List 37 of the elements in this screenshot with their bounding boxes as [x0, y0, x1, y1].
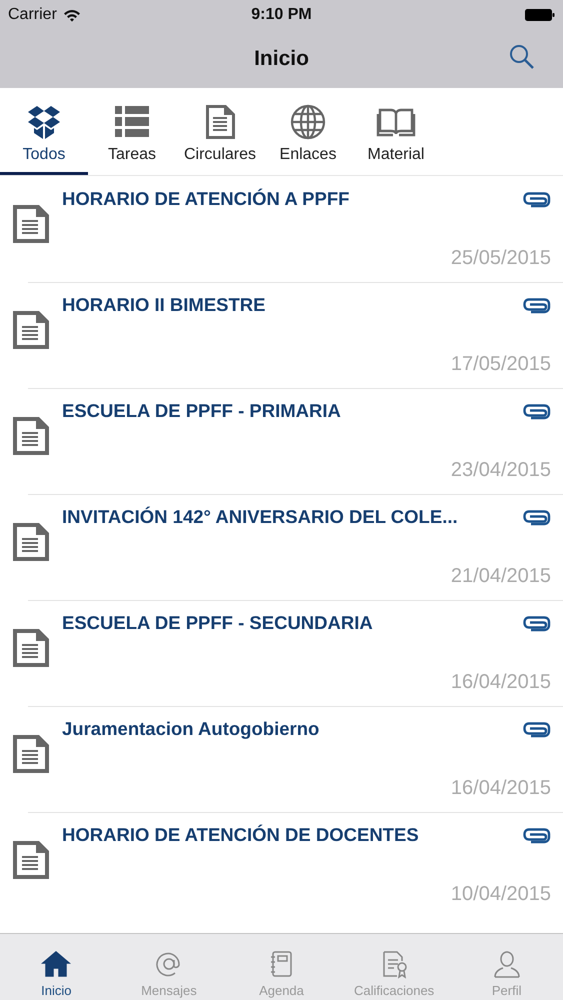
category-tab[interactable]: Todos — [0, 88, 88, 175]
item-date: 25/05/2015 — [450, 247, 551, 270]
item-title[interactable]: HORARIO DE ATENCIÓN A PPFF — [62, 186, 350, 210]
item-title[interactable]: ESCUELA DE PPFF - PRIMARIA — [62, 398, 341, 422]
person-icon — [492, 949, 522, 979]
item-date: 17/05/2015 — [450, 353, 551, 376]
document-icon — [12, 734, 50, 774]
screen-title: Inicio — [254, 47, 309, 71]
item-date: 10/04/2015 — [450, 883, 551, 906]
carrier-name: Carrier — [8, 6, 57, 24]
item-date: 21/04/2015 — [450, 565, 551, 588]
battery-icon — [525, 9, 555, 21]
item-title[interactable]: ESCUELA DE PPFF - SECUNDARIA — [62, 610, 373, 634]
item-date: 23/04/2015 — [450, 459, 551, 482]
tab-bar-item[interactable]: Inicio — [0, 934, 113, 1000]
category-tab[interactable]: Enlaces — [264, 88, 352, 175]
globe-icon — [288, 104, 328, 140]
item-title[interactable]: HORARIO II BIMESTRE — [62, 292, 266, 316]
document-icon — [12, 522, 50, 562]
document-icon — [12, 204, 50, 244]
document-icon — [12, 628, 50, 668]
search-icon[interactable] — [509, 44, 535, 70]
document-icon — [12, 310, 50, 350]
home-icon — [41, 949, 72, 979]
item-date: 16/04/2015 — [450, 777, 551, 800]
list-icon — [112, 104, 152, 140]
category-tab[interactable]: Circulares — [176, 88, 264, 175]
document-icon — [12, 840, 50, 880]
item-date: 16/04/2015 — [450, 671, 551, 694]
category-tab[interactable]: Tareas — [88, 88, 176, 175]
item-title[interactable]: HORARIO DE ATENCIÓN DE DOCENTES — [62, 822, 419, 846]
item-title[interactable]: INVITACIÓN 142° ANIVERSARIO DEL COLE... — [62, 504, 458, 528]
category-tab[interactable]: Material — [352, 88, 440, 175]
document-icon — [12, 416, 50, 456]
wifi-icon — [62, 8, 81, 22]
status-time: 9:10 PM — [251, 6, 312, 24]
item-title[interactable]: Juramentacion Autogobierno — [62, 716, 320, 740]
